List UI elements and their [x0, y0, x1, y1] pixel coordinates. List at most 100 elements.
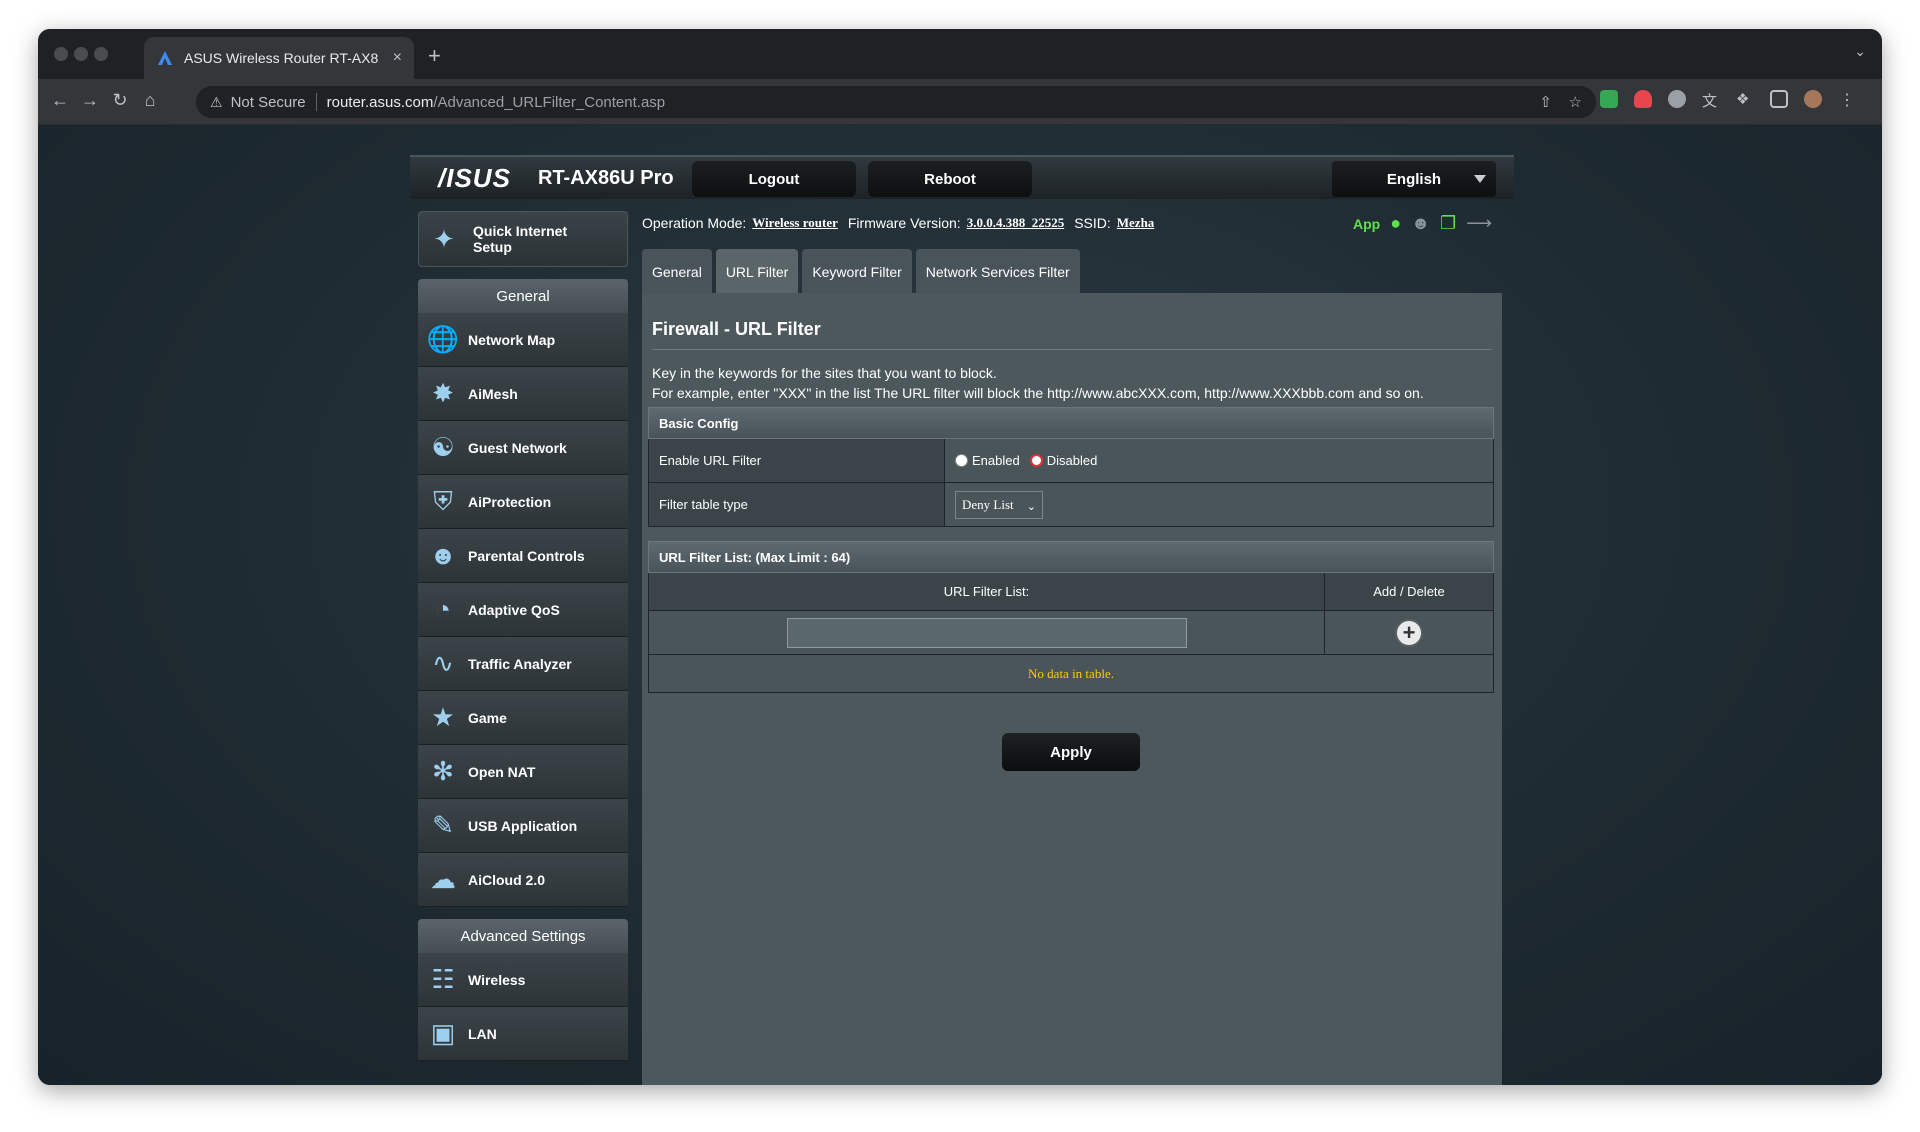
browser-window: ASUS Wireless Router RT-AX8 × + ⌄ ← → ↻ …: [38, 29, 1882, 1085]
tab-search-chevron-icon[interactable]: ⌄: [1854, 43, 1866, 60]
url-path: /Advanced_URLFilter_Content.asp: [433, 93, 666, 111]
sidebar-item-parental-controls[interactable]: ☻ Parental Controls: [418, 529, 628, 583]
model-name: RT-AX86U Pro: [538, 167, 674, 189]
content-panel: Firewall - URL Filter Key in the keyword…: [642, 293, 1502, 1085]
tab-close-icon[interactable]: ×: [393, 49, 402, 67]
router-ui: /ISUS RT-AX86U Pro Logout Reboot English…: [410, 155, 1514, 1085]
tab-general[interactable]: General: [642, 249, 712, 295]
sidebar-item-network-map[interactable]: 🌐 Network Map: [418, 313, 628, 367]
operation-mode-label: Operation Mode:: [642, 215, 747, 231]
sidebar-item-guest-network[interactable]: ☯ Guest Network: [418, 421, 628, 475]
enable-url-filter-options: Enabled Disabled: [945, 439, 1493, 482]
table-row: Enable URL Filter Enabled Disabled: [648, 439, 1494, 483]
sidebar-item-game[interactable]: ★ Game: [418, 691, 628, 745]
usb-icon: ✎: [432, 810, 454, 840]
sidebar-item-label: USB Application: [468, 817, 578, 834]
sidebar-item-open-nat[interactable]: ✻ Open NAT: [418, 745, 628, 799]
add-plus-icon[interactable]: +: [1395, 618, 1423, 647]
side-panel-icon[interactable]: [1770, 90, 1788, 108]
enable-url-filter-label: Enable URL Filter: [649, 439, 945, 482]
back-arrow-icon[interactable]: ←: [48, 90, 72, 111]
extension-round-icon[interactable]: [1668, 90, 1686, 108]
filter-table-type-select[interactable]: Deny List ⌄: [955, 490, 1043, 519]
network-globe-icon: ✻: [432, 756, 454, 786]
sidebar-item-usb-application[interactable]: ✎ USB Application: [418, 799, 628, 853]
close-window-button[interactable]: [54, 47, 68, 61]
asus-favicon-icon: [158, 51, 172, 65]
ssid-link[interactable]: Mezha: [1117, 215, 1155, 231]
reboot-button[interactable]: Reboot: [868, 161, 1032, 197]
sidebar-item-wireless[interactable]: ☷ Wireless: [418, 953, 628, 1007]
translate-icon[interactable]: 文: [1702, 90, 1720, 110]
status-line: Operation Mode: Wireless router Firmware…: [642, 211, 1158, 235]
wand-icon: ✦: [433, 223, 455, 254]
url-filter-input[interactable]: [786, 617, 1187, 648]
tab-strip: ASUS Wireless Router RT-AX8 × + ⌄: [38, 29, 1882, 79]
puzzle-extensions-icon[interactable]: ❖: [1736, 90, 1754, 108]
apply-button[interactable]: Apply: [1002, 733, 1140, 771]
new-tab-button[interactable]: +: [428, 43, 441, 69]
sidebar-item-aicloud[interactable]: ☁ AiCloud 2.0: [418, 853, 628, 907]
family-icon: ☻: [429, 540, 457, 570]
sidebar-item-label: LAN: [468, 1025, 497, 1042]
asus-logo: /ISUS: [438, 163, 511, 193]
description-line-2: For example, enter "XXX" in the list The…: [652, 385, 1424, 401]
mesh-icon: ✸: [432, 378, 454, 408]
warning-triangle-icon: ⚠: [210, 93, 223, 110]
filter-table-type-label: Filter table type: [649, 483, 945, 526]
pocket-icon[interactable]: [1634, 90, 1652, 108]
tab-url-filter[interactable]: URL Filter: [715, 249, 799, 295]
forward-arrow-icon[interactable]: →: [78, 90, 102, 111]
status-icons: App ● ☻ ❐ ⟶: [1353, 213, 1492, 234]
usb-status-icon[interactable]: ⟶: [1466, 213, 1492, 234]
profile-avatar[interactable]: [1804, 90, 1822, 108]
devices-icon[interactable]: ❐: [1440, 213, 1456, 234]
lan-icon: ▣: [430, 1018, 456, 1048]
browser-tab[interactable]: ASUS Wireless Router RT-AX8 ×: [144, 37, 414, 79]
minimize-window-button[interactable]: [74, 47, 88, 61]
enabled-radio[interactable]: [955, 454, 968, 467]
reload-icon[interactable]: ↻: [108, 90, 132, 111]
main-content: Operation Mode: Wireless router Firmware…: [642, 199, 1502, 1085]
tab-network-services-filter[interactable]: Network Services Filter: [915, 249, 1080, 295]
guest-globe-icon: ☯: [431, 432, 455, 462]
sidebar-item-label: Network Map: [468, 331, 556, 348]
operation-mode-link[interactable]: Wireless router: [752, 215, 838, 231]
url-input-cell: [649, 611, 1325, 654]
disabled-label: Disabled: [1046, 453, 1098, 468]
share-icon[interactable]: ⇧: [1539, 93, 1552, 111]
chevron-down-icon: ⌄: [1026, 500, 1036, 513]
sidebar-item-aimesh[interactable]: ✸ AiMesh: [418, 367, 628, 421]
sidebar-item-lan[interactable]: ▣ LAN: [418, 1007, 628, 1061]
app-link[interactable]: App: [1353, 216, 1380, 232]
filter-table-type-cell: Deny List ⌄: [945, 483, 1493, 526]
tab-keyword-filter[interactable]: Keyword Filter: [802, 249, 912, 295]
clients-icon[interactable]: ☻: [1411, 213, 1430, 234]
sidebar-item-traffic-analyzer[interactable]: ∿ Traffic Analyzer: [418, 637, 628, 691]
logout-button[interactable]: Logout: [692, 161, 856, 197]
home-icon[interactable]: ⌂: [138, 90, 162, 111]
action-column-header: Add / Delete: [1373, 584, 1445, 599]
sidebar-item-aiprotection[interactable]: ⛨ AiProtection: [418, 475, 628, 529]
sidebar-item-label: Adaptive QoS: [468, 601, 560, 618]
extension-green-icon[interactable]: [1600, 90, 1618, 108]
filter-table-type-value: Deny List: [962, 496, 1014, 512]
zoom-window-button[interactable]: [94, 47, 108, 61]
disabled-radio[interactable]: [1029, 454, 1043, 467]
security-label[interactable]: Not Secure: [231, 94, 306, 111]
sidebar-item-adaptive-qos[interactable]: ◔ Adaptive QoS: [418, 583, 628, 637]
sidebar-item-label: AiProtection: [468, 493, 552, 510]
ssid-label: SSID:: [1074, 215, 1111, 231]
sidebar-item-label: Guest Network: [468, 439, 567, 456]
firmware-link[interactable]: 3.0.0.4.388_22525: [967, 215, 1065, 231]
language-select[interactable]: English: [1332, 161, 1496, 197]
basic-config-table: Basic Config Enable URL Filter Enabled D…: [648, 407, 1494, 527]
url-column-header: URL Filter List:: [649, 573, 1325, 610]
game-boost-icon[interactable]: ●: [1390, 213, 1401, 234]
address-bar[interactable]: ⚠ Not Secure router.asus.com /Advanced_U…: [196, 86, 1596, 118]
lock-shield-icon: ⛨: [433, 485, 453, 516]
kebab-menu-icon[interactable]: ⋮: [1838, 90, 1856, 109]
bookmark-star-icon[interactable]: ☆: [1569, 93, 1582, 111]
page-title: Firewall - URL Filter: [652, 319, 821, 339]
quick-internet-setup-button[interactable]: ✦ Quick Internet Setup: [418, 211, 628, 267]
